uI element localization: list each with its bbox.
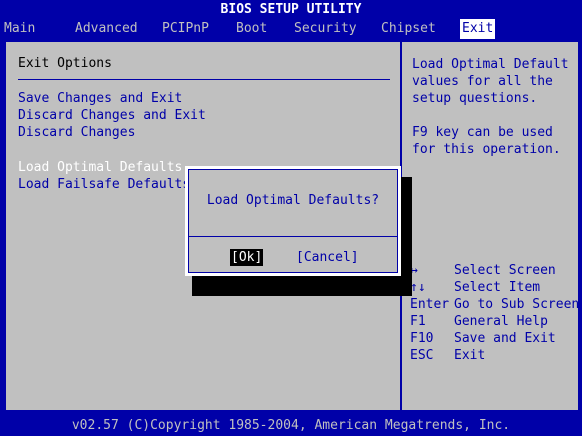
cancel-button[interactable]: [Cancel]	[296, 249, 359, 266]
menu-bar: Main Advanced PCIPnP Boot Security Chips…	[0, 19, 582, 39]
tab-advanced[interactable]: Advanced	[73, 19, 140, 39]
tab-boot[interactable]: Boot	[234, 19, 269, 39]
tab-exit[interactable]: Exit	[460, 19, 496, 39]
key-description: Save and Exit	[454, 331, 556, 346]
tab-security[interactable]: Security	[292, 19, 359, 39]
up-down-arrows-icon: ↑↓	[410, 280, 426, 295]
key-name: ESC	[410, 348, 434, 363]
dialog-message: Load Optimal Defaults?	[206, 193, 380, 208]
help-panel: Load Optimal Default values for all the …	[402, 42, 580, 410]
key-description: Exit	[454, 348, 486, 363]
key-name: F10	[410, 331, 434, 346]
ok-button[interactable]: [Ok]	[230, 249, 264, 266]
section-title: Exit Options	[18, 56, 112, 71]
left-right-arrows-icon: ↔	[410, 263, 418, 278]
key-description: Select Screen	[454, 263, 556, 278]
tab-main[interactable]: Main	[2, 19, 37, 39]
option-load-optimal-defaults[interactable]: Load Optimal Defaults	[18, 159, 182, 176]
dialog-body: Load Optimal Defaults? [Ok] [Cancel]	[188, 169, 398, 273]
tab-pcipnp[interactable]: PCIPnP	[160, 19, 211, 39]
key-description: Select Item	[454, 280, 541, 295]
option-discard-changes-and-exit[interactable]: Discard Changes and Exit	[18, 107, 206, 124]
copyright-footer: v02.57 (C)Copyright 1985-2004, American …	[0, 416, 582, 436]
option-save-changes-and-exit[interactable]: Save Changes and Exit	[18, 90, 182, 107]
key-description: Go to Sub Screen	[454, 297, 580, 312]
key-name: Enter	[410, 297, 450, 312]
dialog-divider	[189, 236, 397, 237]
bios-title: BIOS SETUP UTILITY	[0, 0, 582, 19]
key-description: General Help	[454, 314, 548, 329]
tab-chipset[interactable]: Chipset	[379, 19, 438, 39]
key-name: F1	[410, 314, 426, 329]
option-discard-changes[interactable]: Discard Changes	[18, 124, 135, 141]
section-divider	[18, 79, 390, 80]
help-description: Load Optimal Default values for all the …	[412, 57, 569, 157]
confirm-dialog: Load Optimal Defaults? [Ok] [Cancel]	[185, 166, 401, 276]
option-load-failsafe-defaults[interactable]: Load Failsafe Defaults	[18, 176, 190, 193]
